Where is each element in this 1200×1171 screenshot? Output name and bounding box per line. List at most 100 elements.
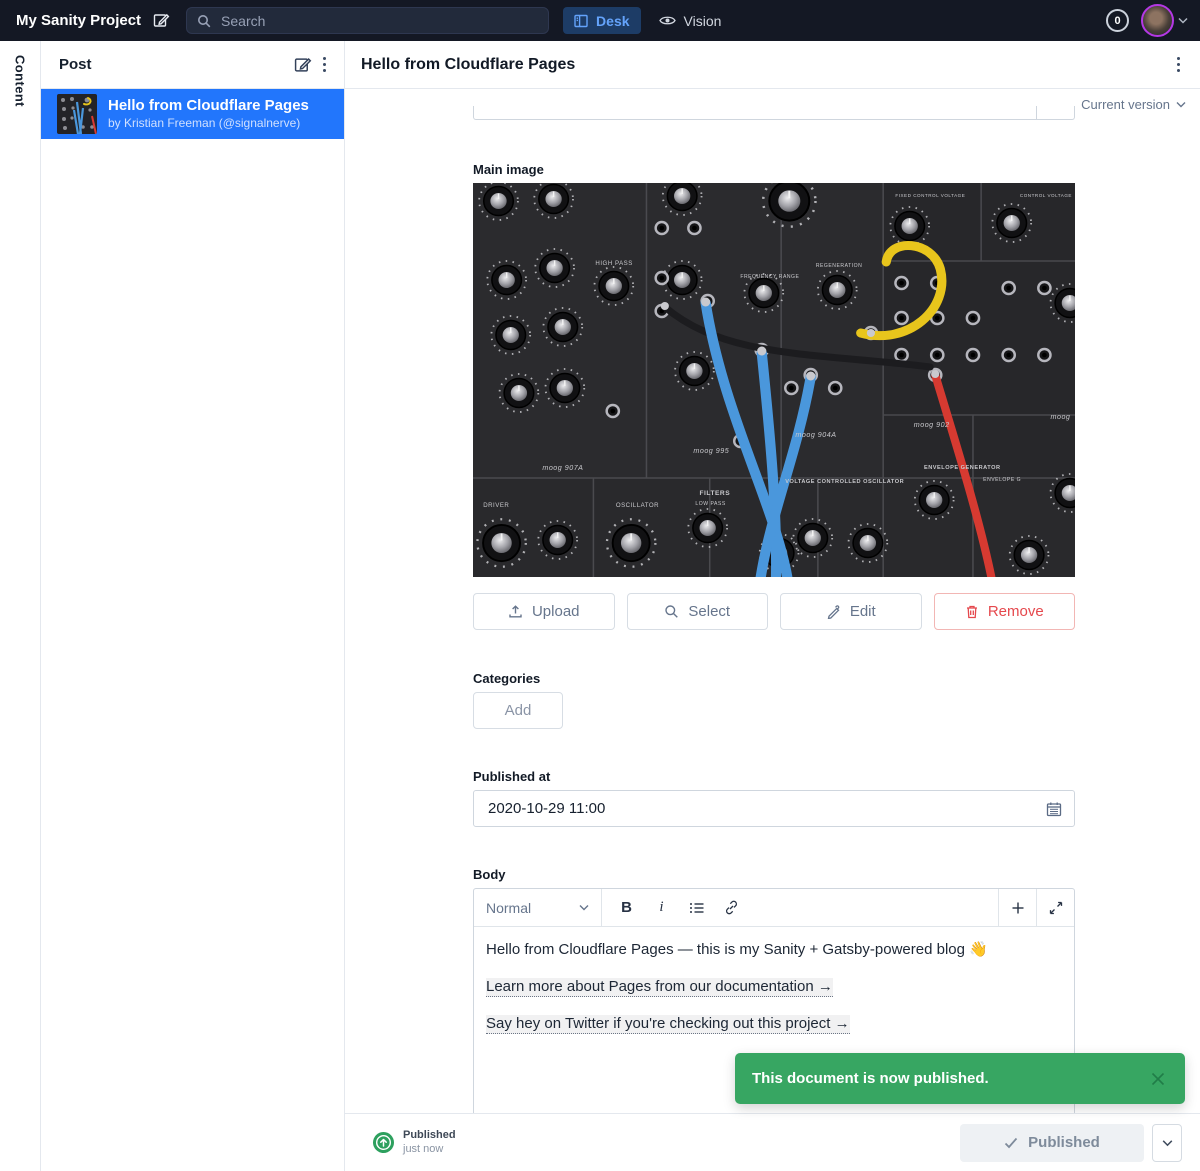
- svg-text:FILTERS: FILTERS: [700, 490, 731, 497]
- notification-badge[interactable]: 0: [1106, 9, 1129, 32]
- svg-text:HIGH PASS: HIGH PASS: [595, 261, 632, 267]
- new-document-button[interactable]: [289, 51, 317, 79]
- svg-text:FREQUENCY RANGE: FREQUENCY RANGE: [740, 274, 799, 280]
- body-paragraph: Hello from Cloudflare Pages — this is my…: [486, 941, 1062, 958]
- publish-button-label: Published: [1028, 1134, 1100, 1151]
- body-link-docs[interactable]: Learn more about Pages from our document…: [486, 978, 833, 997]
- chevron-down-icon: [1176, 101, 1186, 108]
- project-title: My Sanity Project: [16, 12, 141, 29]
- editor-pane: Hello from Cloudflare Pages Current vers…: [345, 41, 1200, 1171]
- bold-button[interactable]: B: [610, 893, 643, 923]
- compose-button[interactable]: [153, 12, 170, 29]
- svg-text:FIXED CONTROL VOLTAGE: FIXED CONTROL VOLTAGE: [895, 193, 965, 198]
- vision-label: Vision: [684, 13, 722, 29]
- avatar-chevron-down-icon[interactable]: [1178, 17, 1188, 24]
- body-content[interactable]: Hello from Cloudflare Pages — this is my…: [474, 927, 1074, 1066]
- categories-label: Categories: [473, 671, 1075, 686]
- document-form: Current version Main image: [345, 89, 1200, 1113]
- bullet-list-button[interactable]: [680, 893, 713, 923]
- svg-text:DRIVER: DRIVER: [483, 503, 509, 509]
- list-menu-button[interactable]: [317, 51, 332, 78]
- svg-text:ENVELOPE G: ENVELOPE G: [983, 477, 1021, 483]
- published-at-label: Published at: [473, 769, 1075, 784]
- edit-icon: [826, 604, 841, 619]
- link-button[interactable]: [715, 893, 748, 923]
- version-selector[interactable]: Current version: [1081, 97, 1186, 112]
- upload-icon: [508, 604, 523, 619]
- document-menu-button[interactable]: [1171, 51, 1186, 78]
- compose-icon: [294, 56, 312, 74]
- publish-status-icon: [373, 1132, 394, 1153]
- document-title: Hello from Cloudflare Pages: [361, 56, 1171, 74]
- list-item-title: Hello from Cloudflare Pages: [108, 97, 309, 116]
- style-selector-value: Normal: [486, 900, 531, 916]
- add-category-button[interactable]: Add: [473, 692, 563, 729]
- search-input[interactable]: [219, 12, 538, 30]
- upload-button[interactable]: Upload: [473, 593, 615, 630]
- main-image-preview[interactable]: HIGH PASS FREQUENCY RANGE REGENERATION F…: [473, 183, 1075, 577]
- select-label: Select: [688, 603, 730, 620]
- published-at-field: [473, 790, 1075, 827]
- badge-count: 0: [1114, 15, 1120, 27]
- svg-text:VOLTAGE CONTROLLED OSCILLATOR: VOLTAGE CONTROLLED OSCILLATOR: [785, 479, 904, 485]
- published-at-input[interactable]: [486, 799, 1046, 818]
- desk-label: Desk: [596, 13, 629, 29]
- remove-button[interactable]: Remove: [934, 593, 1076, 630]
- insert-block-button[interactable]: [998, 889, 1036, 926]
- status-time: just now: [403, 1143, 456, 1157]
- check-icon: [1004, 1137, 1018, 1149]
- compose-icon: [153, 12, 170, 29]
- svg-text:moog 995: moog 995: [693, 448, 729, 455]
- calendar-icon[interactable]: [1046, 801, 1062, 817]
- document-header: Hello from Cloudflare Pages: [345, 41, 1200, 89]
- edit-button[interactable]: Edit: [780, 593, 922, 630]
- tab-desk[interactable]: Desk: [563, 7, 640, 34]
- remove-trash-icon: [965, 604, 979, 619]
- avatar[interactable]: [1141, 4, 1174, 37]
- svg-text:OSCILLATOR: OSCILLATOR: [616, 503, 659, 509]
- content-rail[interactable]: Content: [0, 41, 41, 1171]
- search-icon: [197, 14, 211, 28]
- style-selector[interactable]: Normal: [474, 889, 602, 926]
- list-item-subtitle: by Kristian Freeman (@signalnerve): [108, 116, 309, 132]
- slug-field-partial[interactable]: [473, 106, 1075, 120]
- expand-editor-button[interactable]: [1036, 889, 1074, 926]
- vision-icon: [659, 14, 676, 27]
- svg-text:moog: moog: [1051, 414, 1071, 421]
- svg-text:CONTROL VOLTAGE: CONTROL VOLTAGE: [1020, 193, 1072, 198]
- publish-status: Published just now: [373, 1129, 456, 1157]
- svg-text:REGENERATION: REGENERATION: [816, 263, 863, 269]
- list-title: Post: [59, 56, 289, 73]
- upload-label: Upload: [532, 603, 580, 620]
- search-icon: [664, 604, 679, 619]
- add-label: Add: [505, 702, 532, 719]
- top-navbar: My Sanity Project Desk Vi: [0, 0, 1200, 41]
- body-link-twitter[interactable]: Say hey on Twitter if you're checking ou…: [486, 1015, 850, 1034]
- svg-text:ENVELOPE GENERATOR: ENVELOPE GENERATOR: [924, 465, 1001, 471]
- publish-toast: This document is now published.: [735, 1053, 1185, 1104]
- document-list-header: Post: [41, 41, 344, 89]
- publish-button[interactable]: Published: [960, 1124, 1144, 1162]
- rail-label: Content: [13, 55, 28, 1171]
- chevron-down-icon: [579, 904, 589, 911]
- svg-text:LOW PASS: LOW PASS: [695, 501, 725, 507]
- select-button[interactable]: Select: [627, 593, 769, 630]
- publish-menu-button[interactable]: [1152, 1124, 1182, 1162]
- list-item-post[interactable]: Hello from Cloudflare Pages by Kristian …: [41, 89, 344, 139]
- post-thumbnail: [57, 94, 97, 134]
- italic-button[interactable]: i: [645, 893, 678, 923]
- tab-vision[interactable]: Vision: [659, 13, 722, 29]
- body-label: Body: [473, 867, 1075, 882]
- desk-icon: [574, 14, 588, 28]
- edit-label: Edit: [850, 603, 876, 620]
- toast-message: This document is now published.: [752, 1070, 1145, 1087]
- version-label: Current version: [1081, 97, 1170, 112]
- search-bar[interactable]: [186, 7, 549, 34]
- main-image-label: Main image: [473, 162, 1075, 177]
- status-title: Published: [403, 1129, 456, 1143]
- remove-label: Remove: [988, 603, 1044, 620]
- svg-text:moog 907A: moog 907A: [542, 465, 583, 472]
- body-toolbar: Normal B i: [474, 889, 1074, 927]
- document-footer: Published just now Published: [345, 1113, 1200, 1171]
- toast-close-icon[interactable]: [1145, 1066, 1171, 1092]
